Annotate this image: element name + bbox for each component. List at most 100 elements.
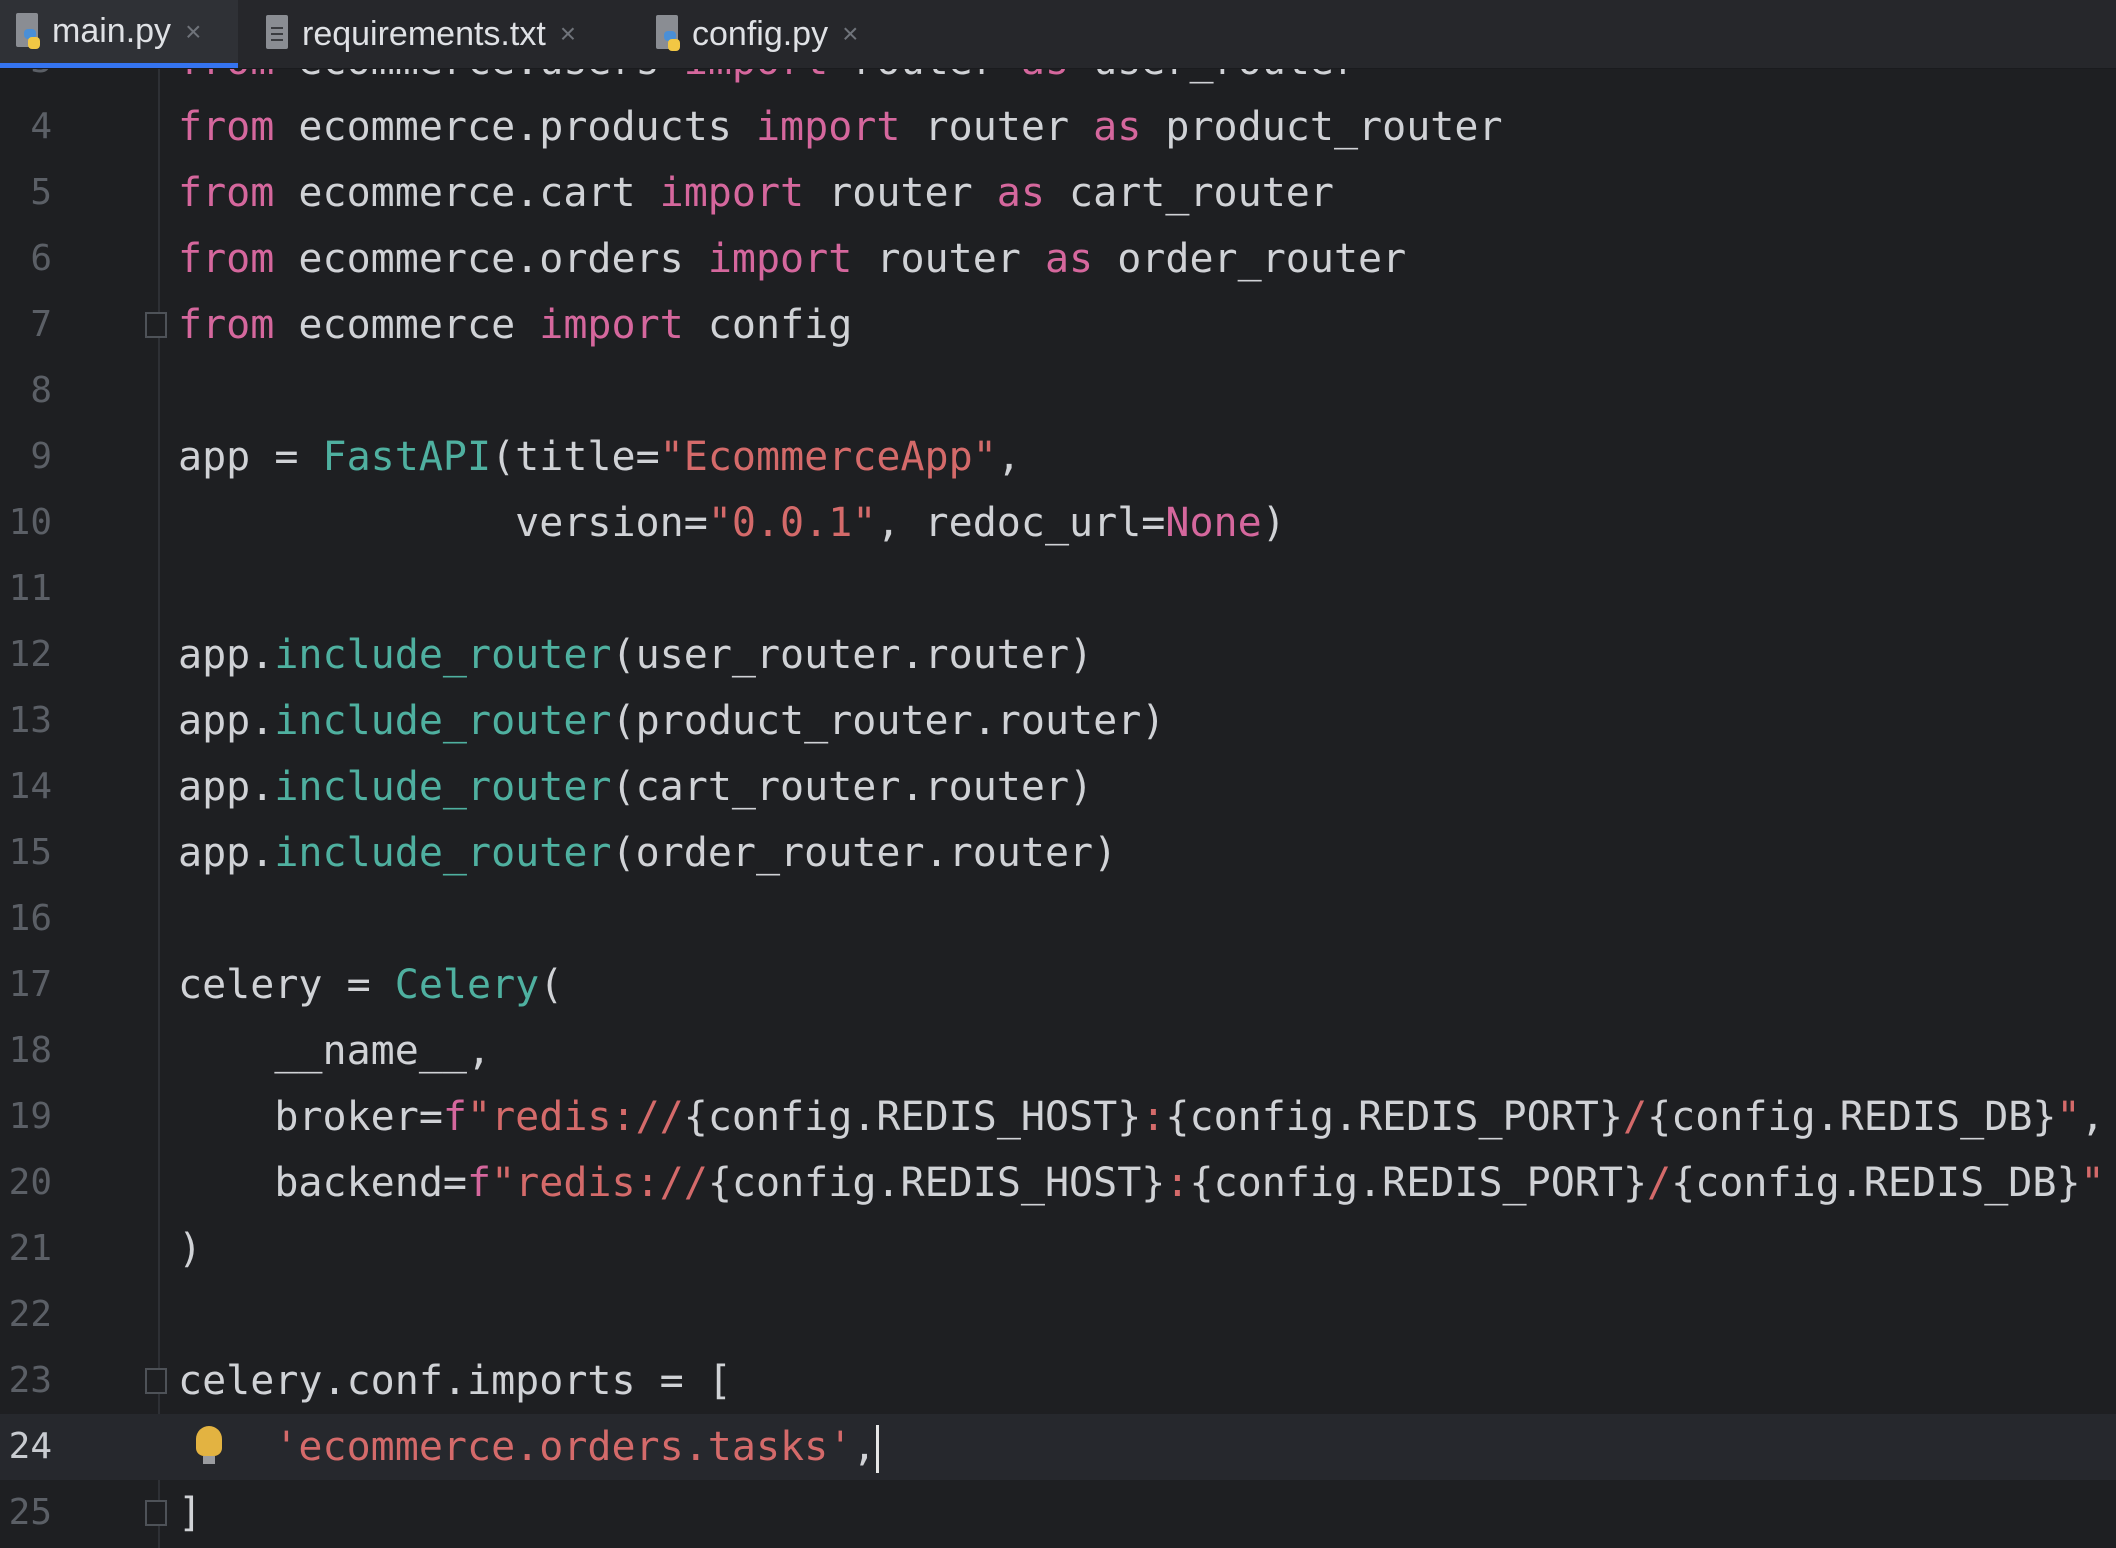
keyword-token: from (178, 104, 275, 150)
string-token: " (2080, 1160, 2105, 1206)
line-number[interactable]: 6 (0, 226, 52, 292)
line-number[interactable]: 19 (0, 1084, 52, 1150)
code-token: {config.REDIS_PORT} (1165, 1094, 1623, 1140)
line-number[interactable]: 8 (0, 358, 52, 424)
code-text: celery.conf.imports = [ (178, 1348, 732, 1414)
code-text: broker=f"redis://{config.REDIS_HOST}:{co… (178, 1084, 2104, 1150)
code-line[interactable]: 21) (0, 1216, 2116, 1282)
tab-main-py[interactable]: main.py × (0, 0, 238, 68)
class-token: FastAPI (322, 434, 492, 480)
string-token: : (1141, 1094, 1166, 1140)
code-token: celery = (178, 962, 395, 1008)
line-number[interactable]: 25 (0, 1480, 52, 1546)
code-token: , (996, 434, 1021, 480)
code-token: ( (539, 962, 564, 1008)
tab-label: main.py (52, 12, 172, 50)
line-number[interactable]: 9 (0, 424, 52, 490)
code-token: config (683, 302, 853, 348)
code-token: order_router (1093, 236, 1407, 282)
close-icon[interactable]: × (185, 16, 201, 48)
line-number[interactable]: 21 (0, 1216, 52, 1282)
code-text: app.include_router(user_router.router) (178, 622, 1093, 688)
code-line[interactable]: 24 'ecommerce.orders.tasks', (0, 1414, 2116, 1480)
code-text: from ecommerce.products import router as… (178, 94, 1503, 160)
line-number[interactable]: 20 (0, 1150, 52, 1216)
code-token: app. (178, 632, 275, 678)
tab-config-py[interactable]: config.py × (640, 0, 900, 68)
fold-marker-icon[interactable] (145, 1500, 167, 1526)
code-text: from ecommerce import config (178, 292, 852, 358)
fold-marker-icon[interactable] (145, 312, 167, 338)
close-icon[interactable]: × (842, 18, 858, 50)
keyword-token: None (1165, 500, 1262, 546)
line-number[interactable]: 11 (0, 556, 52, 622)
tab-label: requirements.txt (302, 14, 546, 53)
code-token: {config.REDIS_DB} (1647, 1094, 2057, 1140)
string-token: "EcommerceApp" (659, 434, 997, 480)
code-line[interactable]: 16 (0, 886, 2116, 952)
line-number[interactable]: 14 (0, 754, 52, 820)
close-icon[interactable]: × (560, 18, 576, 50)
line-number[interactable]: 17 (0, 952, 52, 1018)
code-line[interactable]: 9 app = FastAPI(title="EcommerceApp", (0, 424, 2116, 490)
code-token: ecommerce.cart (274, 170, 660, 216)
line-number[interactable]: 24 (0, 1414, 52, 1480)
code-line[interactable]: 6 from ecommerce.orders import router as … (0, 226, 2116, 292)
code-text: from ecommerce.orders import router as o… (178, 226, 1406, 292)
code-line[interactable]: 15 app.include_router(order_router.router… (0, 820, 2116, 886)
code-line[interactable]: 11 (0, 556, 2116, 622)
keyword-token: import (539, 302, 684, 348)
code-line[interactable]: 14 app.include_router(cart_router.router) (0, 754, 2116, 820)
code-token: {config.REDIS_HOST} (683, 1094, 1142, 1140)
line-number[interactable]: 15 (0, 820, 52, 886)
code-line[interactable]: 8 (0, 358, 2116, 424)
line-number[interactable]: 23 (0, 1348, 52, 1414)
line-number[interactable]: 22 (0, 1282, 52, 1348)
keyword-token: as (1093, 104, 1142, 150)
line-number[interactable]: 10 (0, 490, 52, 556)
code-line[interactable]: 23 celery.conf.imports = [ (0, 1348, 2116, 1414)
keyword-token: import (659, 170, 805, 216)
code-line[interactable]: 13 app.include_router(product_router.rout… (0, 688, 2116, 754)
line-number[interactable]: 7 (0, 292, 52, 358)
code-editor[interactable]: 3from ecommerce.users import router as u… (0, 28, 2116, 1548)
code-line[interactable]: 12 app.include_router(user_router.router) (0, 622, 2116, 688)
line-number[interactable]: 5 (0, 160, 52, 226)
code-line[interactable]: 18 __name__, (0, 1018, 2116, 1084)
python-file-icon (654, 15, 684, 53)
function-token: include_router (274, 764, 612, 810)
tab-requirements-txt[interactable]: requirements.txt × (250, 0, 630, 68)
code-text: from ecommerce.cart import router as car… (178, 160, 1334, 226)
code-token: (cart_router.router) (611, 764, 1094, 810)
code-text: app = FastAPI(title="EcommerceApp", (178, 424, 1021, 490)
code-text: 'ecommerce.orders.tasks', (178, 1414, 880, 1480)
code-line[interactable]: 10 version="0.0.1", redoc_url=None) (0, 490, 2116, 556)
code-line[interactable]: 7 from ecommerce import config (0, 292, 2116, 358)
code-token: {config.REDIS_DB} (1671, 1160, 2081, 1206)
code-token: (order_router.router) (611, 830, 1118, 876)
code-line[interactable]: 5 from ecommerce.cart import router as ca… (0, 160, 2116, 226)
code-line[interactable]: 22 (0, 1282, 2116, 1348)
line-number[interactable]: 12 (0, 622, 52, 688)
function-token: include_router (274, 830, 612, 876)
code-line[interactable]: 4 from ecommerce.products import router a… (0, 94, 2116, 160)
line-number[interactable]: 18 (0, 1018, 52, 1084)
code-line[interactable]: 17 celery = Celery( (0, 952, 2116, 1018)
line-number[interactable]: 13 (0, 688, 52, 754)
code-line[interactable]: 20 backend=f"redis://{config.REDIS_HOST}… (0, 1150, 2116, 1216)
code-token: {config.REDIS_HOST} (707, 1160, 1166, 1206)
code-token: ] (178, 1490, 203, 1536)
code-line[interactable]: 25] (0, 1480, 2116, 1546)
string-token: "redis:// (491, 1160, 708, 1206)
code-text: app.include_router(product_router.router… (178, 688, 1165, 754)
editor-tab-bar: main.py × requirements.txt × config.py × (0, 0, 2116, 69)
code-token: ecommerce.products (274, 104, 756, 150)
line-number[interactable]: 4 (0, 94, 52, 160)
code-token: , (852, 1424, 877, 1470)
code-text: ] (178, 1480, 202, 1546)
code-token: cart_router (1044, 170, 1334, 216)
code-line[interactable]: 19 broker=f"redis://{config.REDIS_HOST}:… (0, 1084, 2116, 1150)
line-number[interactable]: 16 (0, 886, 52, 952)
fold-marker-icon[interactable] (145, 1368, 167, 1394)
